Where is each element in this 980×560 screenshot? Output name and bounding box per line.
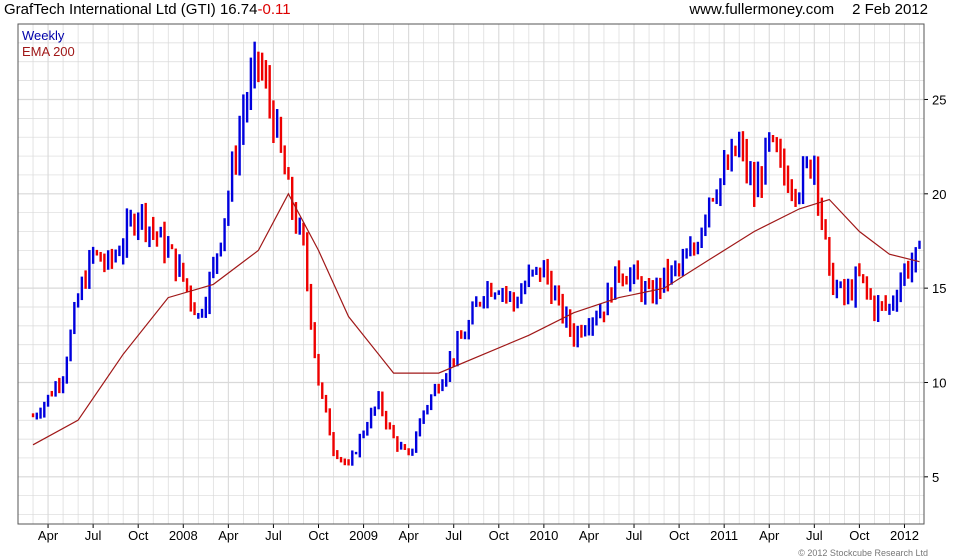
y-tick-label: 10 xyxy=(932,375,946,390)
x-tick-label: 2009 xyxy=(349,528,378,543)
x-tick-label: 2011 xyxy=(710,528,738,543)
y-tick-label: 20 xyxy=(932,187,946,202)
x-tick-label: Jul xyxy=(806,528,823,543)
legend-ema: EMA 200 xyxy=(22,44,75,59)
x-tick-label: Oct xyxy=(849,528,870,543)
x-tick-label: Oct xyxy=(308,528,329,543)
x-tick-label: Jul xyxy=(626,528,643,543)
x-tick-label: Oct xyxy=(489,528,510,543)
y-tick-label: 15 xyxy=(932,281,946,296)
y-tick-label: 5 xyxy=(932,470,939,485)
x-tick-label: Apr xyxy=(759,528,780,543)
x-tick-label: Jul xyxy=(265,528,282,543)
x-tick-label: Oct xyxy=(128,528,149,543)
x-tick-label: Oct xyxy=(669,528,690,543)
legend-weekly: Weekly xyxy=(22,28,65,43)
x-tick-label: Jul xyxy=(85,528,102,543)
x-tick-label: 2012 xyxy=(890,528,919,543)
y-tick-label: 25 xyxy=(932,92,946,107)
x-tick-label: 2008 xyxy=(169,528,198,543)
x-tick-label: Apr xyxy=(399,528,420,543)
x-tick-label: Apr xyxy=(218,528,239,543)
x-tick-label: Jul xyxy=(445,528,462,543)
x-tick-label: 2010 xyxy=(529,528,558,543)
price-chart: 5 10 15 20 25 Apr Jul Oct 2008 Apr Jul Oct 2009 Apr Ju… xyxy=(17,23,946,543)
x-tick-label: Apr xyxy=(38,528,59,543)
copyright-notice: © 2012 Stockcube Research Ltd xyxy=(798,548,928,558)
x-tick-label: Apr xyxy=(579,528,600,543)
